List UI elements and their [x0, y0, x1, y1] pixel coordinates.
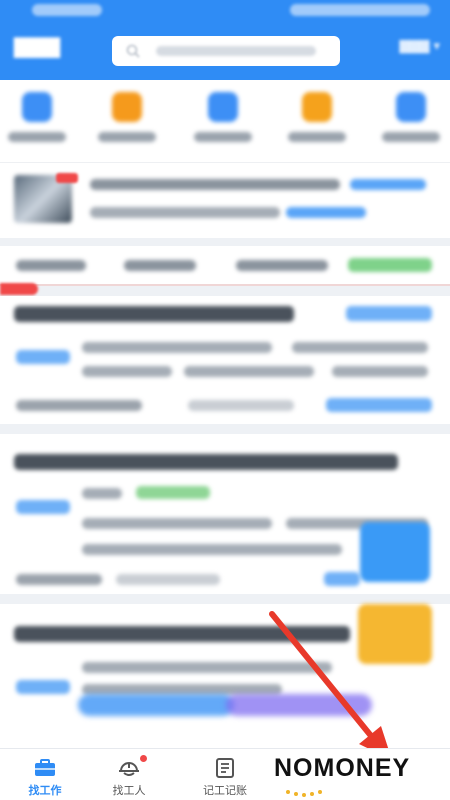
contact-button-blur[interactable] [326, 398, 432, 412]
banner-link-blur [350, 179, 426, 190]
filter-option-blur[interactable] [124, 260, 196, 271]
search-icon [126, 44, 140, 58]
nav-find-worker-label: 找工人 [112, 784, 146, 797]
watermark-dot [294, 792, 298, 796]
job-title-blur [14, 306, 294, 322]
job-meta-blur [188, 400, 294, 411]
banner-hot-tag [56, 173, 78, 183]
job-tag-blur [16, 500, 70, 514]
filter-option-blur[interactable] [16, 260, 86, 271]
banner-text-blur [90, 179, 340, 190]
filter-hot-tag [0, 283, 38, 295]
watermark-logo: NOMONEY [274, 752, 444, 798]
nav-badge-dot [140, 755, 147, 762]
job-desc-blur [332, 366, 428, 377]
job-title-blur [14, 454, 398, 470]
job-desc-blur [82, 518, 272, 529]
job-desc-blur [82, 342, 272, 353]
banner-link-blur [286, 207, 366, 218]
job-desc-blur [82, 544, 342, 555]
top-bar: ▇▇▇ ▇▇▇ ▾ [0, 22, 450, 80]
job-desc-blur [184, 366, 314, 377]
floating-widget-orange[interactable] [358, 604, 432, 664]
watermark-dot [286, 790, 290, 794]
quick-category-grid [0, 80, 450, 162]
search-placeholder-blur [156, 46, 316, 56]
job-badge-blur [346, 306, 432, 321]
briefcase-icon [35, 759, 55, 776]
category-icon [396, 92, 426, 122]
banner-subtext-blur [90, 207, 280, 218]
watermark-dot [318, 790, 322, 794]
job-green-tag-blur [136, 486, 210, 499]
status-bar-left-blur [32, 4, 102, 16]
job-desc-blur [292, 342, 428, 353]
filter-option-blur[interactable] [236, 260, 328, 271]
nav-find-job[interactable]: 找工作 [0, 749, 90, 800]
job-meta-blur [16, 400, 142, 411]
job-title-blur [14, 626, 350, 642]
watermark-dot [302, 793, 306, 797]
contact-button-blur[interactable] [324, 572, 360, 586]
promo-banner[interactable] [0, 162, 450, 238]
quick-item-5[interactable] [376, 92, 446, 142]
worker-helmet-icon [119, 762, 139, 776]
app-logo: ▇▇▇ [14, 34, 61, 58]
category-icon [208, 92, 238, 122]
quick-item-label-blur [194, 132, 252, 142]
job-tag-blur [16, 680, 70, 694]
nav-work-ledger-label: 记工记账 [203, 784, 247, 797]
job-tag-blur [16, 350, 70, 364]
floating-widget-blue[interactable] [360, 522, 430, 582]
category-icon [302, 92, 332, 122]
category-icon [112, 92, 142, 122]
job-desc-blur [82, 662, 332, 673]
job-desc-blur [82, 366, 172, 377]
category-icon [22, 92, 52, 122]
ledger-icon [216, 758, 234, 778]
city-selector[interactable]: ▇▇▇ ▾ [399, 39, 440, 54]
quick-item-1[interactable] [2, 92, 72, 142]
job-desc-blur [82, 488, 122, 499]
filter-badge-blur[interactable] [348, 258, 432, 272]
filter-bar [0, 246, 450, 286]
search-input[interactable] [112, 36, 340, 66]
quick-item-label-blur [8, 132, 66, 142]
quick-item-2[interactable] [92, 92, 162, 142]
nav-work-ledger[interactable]: 记工记账 [180, 749, 270, 800]
status-bar-right-blur [290, 4, 430, 16]
floating-call-button[interactable] [78, 694, 234, 716]
watermark-text: NOMONEY [274, 754, 411, 782]
quick-item-3[interactable] [188, 92, 258, 142]
quick-item-label-blur [382, 132, 440, 142]
status-bar [0, 0, 450, 22]
nav-find-job-label: 找工作 [28, 784, 62, 797]
nav-find-worker[interactable]: 找工人 [84, 749, 174, 800]
job-card[interactable] [0, 296, 450, 424]
job-meta-blur [116, 574, 220, 585]
floating-post-button[interactable] [226, 694, 372, 716]
watermark-dot [310, 792, 314, 796]
quick-item-label-blur [98, 132, 156, 142]
quick-item-label-blur [288, 132, 346, 142]
quick-item-4[interactable] [282, 92, 352, 142]
job-meta-blur [16, 574, 102, 585]
